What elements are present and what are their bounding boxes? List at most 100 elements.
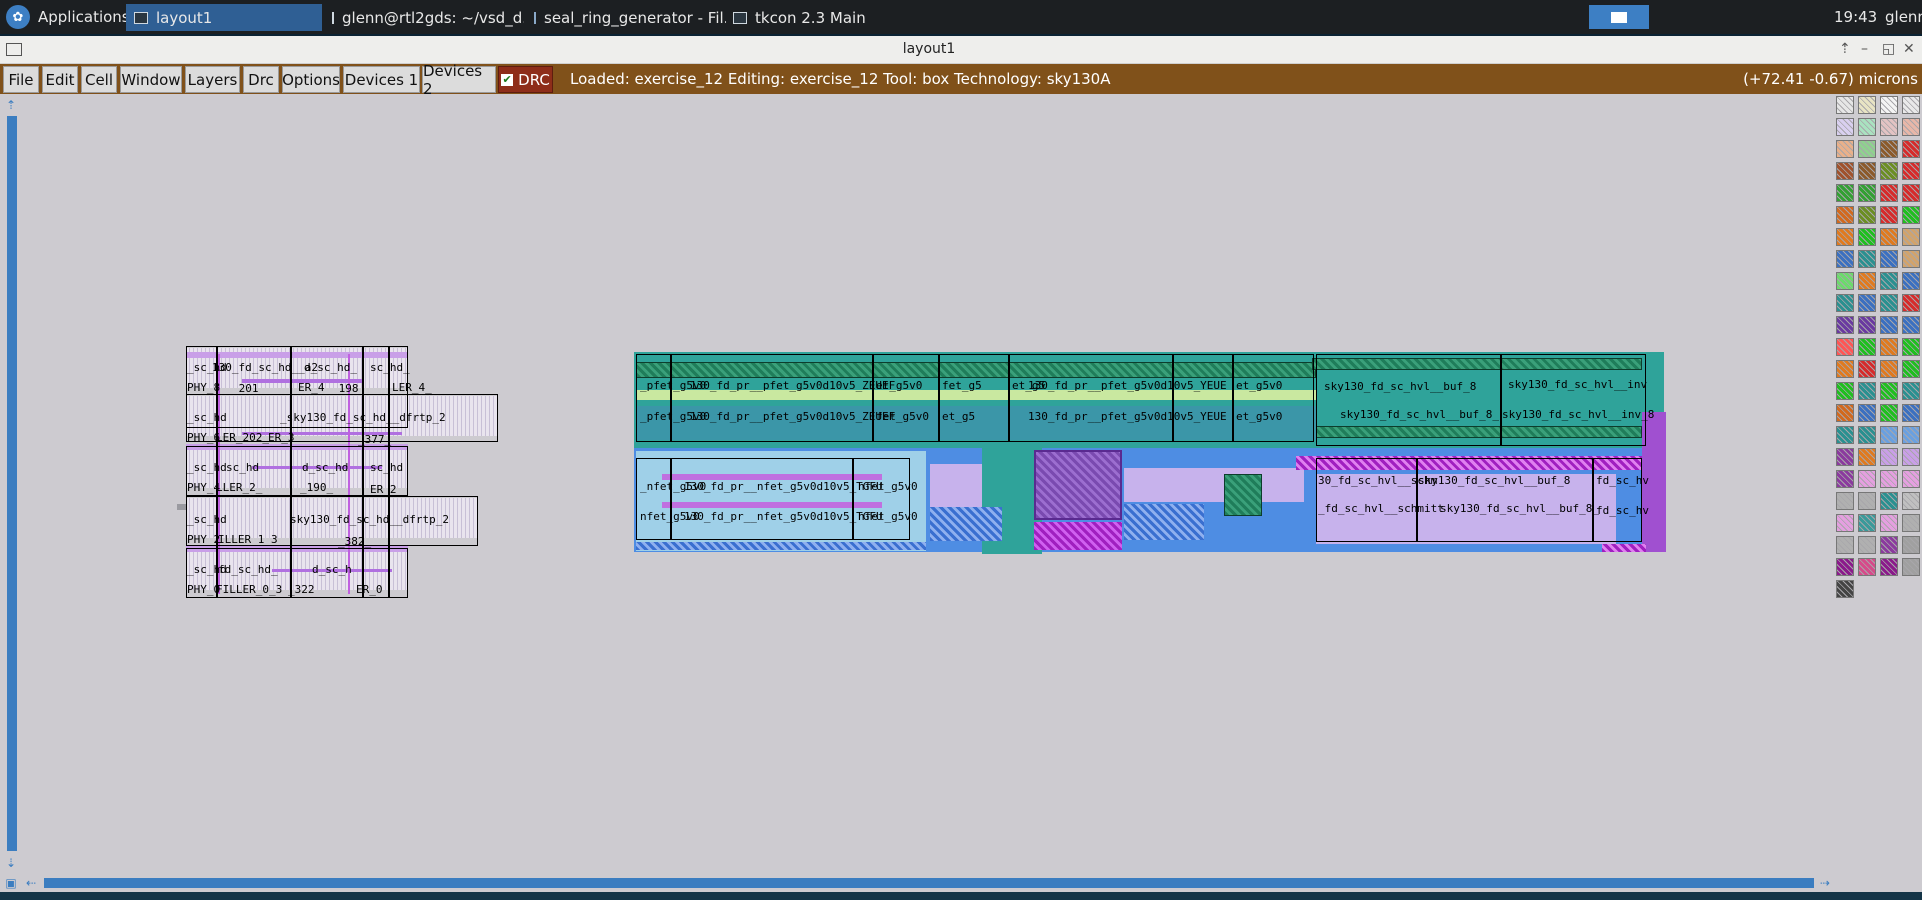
layer-swatch[interactable] xyxy=(1858,206,1876,224)
layer-swatch[interactable] xyxy=(1880,492,1898,510)
layer-swatch[interactable] xyxy=(1836,558,1854,576)
layer-swatch[interactable] xyxy=(1836,470,1854,488)
menu-file[interactable]: File xyxy=(3,66,39,93)
layer-swatch[interactable] xyxy=(1858,514,1876,532)
layer-swatch[interactable] xyxy=(1880,250,1898,268)
layer-swatch[interactable] xyxy=(1836,162,1854,180)
layer-swatch[interactable] xyxy=(1880,338,1898,356)
scroll-up-icon[interactable]: ⇡ xyxy=(4,98,18,112)
layer-swatch[interactable] xyxy=(1836,448,1854,466)
layer-swatch[interactable] xyxy=(1902,360,1920,378)
layer-swatch[interactable] xyxy=(1902,162,1920,180)
layer-swatch[interactable] xyxy=(1858,184,1876,202)
layer-swatch[interactable] xyxy=(1836,580,1854,598)
layer-swatch[interactable] xyxy=(1858,492,1876,510)
workspace-switcher[interactable] xyxy=(1589,5,1649,29)
layer-swatch[interactable] xyxy=(1836,118,1854,136)
user-menu[interactable]: glenn xyxy=(1885,0,1922,34)
layer-swatch[interactable] xyxy=(1902,140,1920,158)
menu-devices-1[interactable]: Devices 1 xyxy=(343,66,420,93)
drc-toggle[interactable]: ✔ DRC xyxy=(498,66,553,93)
zoom-box-icon[interactable]: ▣ xyxy=(4,876,18,890)
layer-swatch[interactable] xyxy=(1858,162,1876,180)
vertical-scroll-thumb[interactable] xyxy=(7,116,17,851)
layout-canvas[interactable]: _sc_hd 130_fd_sc_hd__a2 d_sc_hd_ sc_hd_ … xyxy=(22,94,1832,874)
horizontal-scroll-thumb[interactable] xyxy=(44,878,1814,888)
layer-swatch[interactable] xyxy=(1858,316,1876,334)
layer-swatch[interactable] xyxy=(1902,426,1920,444)
menu-window[interactable]: Window xyxy=(120,66,182,93)
layer-swatch[interactable] xyxy=(1902,514,1920,532)
layer-swatch[interactable] xyxy=(1902,470,1920,488)
layer-swatch[interactable] xyxy=(1836,272,1854,290)
layer-swatch[interactable] xyxy=(1902,184,1920,202)
layer-swatch[interactable] xyxy=(1858,558,1876,576)
layer-swatch[interactable] xyxy=(1836,382,1854,400)
layer-swatch[interactable] xyxy=(1902,492,1920,510)
menu-edit[interactable]: Edit xyxy=(42,66,78,93)
layer-swatch[interactable] xyxy=(1858,272,1876,290)
maximize-icon[interactable]: ◱ xyxy=(1882,41,1895,57)
layer-swatch[interactable] xyxy=(1880,118,1898,136)
layer-swatch[interactable] xyxy=(1836,514,1854,532)
scroll-right-icon[interactable]: ⇢ xyxy=(1818,876,1832,890)
layer-swatch[interactable] xyxy=(1836,294,1854,312)
layer-swatch[interactable] xyxy=(1880,206,1898,224)
layer-swatch[interactable] xyxy=(1858,250,1876,268)
layer-swatch[interactable] xyxy=(1880,228,1898,246)
layer-swatch[interactable] xyxy=(1836,140,1854,158)
taskbar-item-tkcon[interactable]: tkcon 2.3 Main xyxy=(725,4,905,31)
menu-devices-2[interactable]: Devices 2 xyxy=(422,62,496,98)
taskbar-item-file-manager[interactable]: seal_ring_generator - Fil... xyxy=(526,4,726,31)
layer-swatch[interactable] xyxy=(1902,536,1920,554)
layer-swatch[interactable] xyxy=(1836,184,1854,202)
applications-menu[interactable]: ✿ Applications xyxy=(2,2,138,32)
layer-swatch[interactable] xyxy=(1880,184,1898,202)
close-icon[interactable]: ✕ xyxy=(1903,41,1915,57)
layer-swatch[interactable] xyxy=(1858,96,1876,114)
layer-swatch[interactable] xyxy=(1880,140,1898,158)
layer-swatch[interactable] xyxy=(1858,536,1876,554)
layer-swatch[interactable] xyxy=(1836,360,1854,378)
layer-swatch[interactable] xyxy=(1902,294,1920,312)
layer-swatch[interactable] xyxy=(1836,316,1854,334)
taskbar-item-terminal[interactable]: glenn@rtl2gds: ~/vsd_d... xyxy=(324,4,524,31)
clock[interactable]: 19:43 xyxy=(1834,0,1877,34)
layer-swatch[interactable] xyxy=(1858,338,1876,356)
layer-swatch[interactable] xyxy=(1858,140,1876,158)
layer-swatch[interactable] xyxy=(1902,250,1920,268)
menu-layers[interactable]: Layers xyxy=(185,66,240,93)
layer-swatch[interactable] xyxy=(1880,514,1898,532)
scroll-left-icon[interactable]: ⇠ xyxy=(24,876,38,890)
layer-swatch[interactable] xyxy=(1880,426,1898,444)
layer-swatch[interactable] xyxy=(1880,448,1898,466)
layer-swatch[interactable] xyxy=(1902,382,1920,400)
layer-swatch[interactable] xyxy=(1902,96,1920,114)
horizontal-scrollbar[interactable]: ▣ ⇠ ⇢ xyxy=(0,874,1840,892)
layer-swatch[interactable] xyxy=(1836,250,1854,268)
layer-swatch[interactable] xyxy=(1836,404,1854,422)
window-titlebar[interactable]: layout1 ⇡ – ◱ ✕ xyxy=(0,36,1922,64)
layer-swatch[interactable] xyxy=(1902,316,1920,334)
layer-swatch[interactable] xyxy=(1902,228,1920,246)
layer-swatch[interactable] xyxy=(1880,558,1898,576)
layer-swatch[interactable] xyxy=(1836,426,1854,444)
layer-swatch[interactable] xyxy=(1880,96,1898,114)
layer-swatch[interactable] xyxy=(1902,448,1920,466)
layer-swatch[interactable] xyxy=(1858,118,1876,136)
menu-drc[interactable]: Drc xyxy=(243,66,279,93)
cell-box[interactable] xyxy=(1316,354,1646,446)
layer-swatch[interactable] xyxy=(1858,294,1876,312)
layer-swatch[interactable] xyxy=(1858,404,1876,422)
layer-swatch[interactable] xyxy=(1836,206,1854,224)
menu-cell[interactable]: Cell xyxy=(81,66,117,93)
layer-swatch[interactable] xyxy=(1880,294,1898,312)
layer-swatch[interactable] xyxy=(1858,228,1876,246)
layer-swatch[interactable] xyxy=(1858,360,1876,378)
layer-swatch[interactable] xyxy=(1858,382,1876,400)
layer-swatch[interactable] xyxy=(1880,316,1898,334)
layer-swatch[interactable] xyxy=(1880,382,1898,400)
layer-swatch[interactable] xyxy=(1902,404,1920,422)
layer-swatch[interactable] xyxy=(1858,448,1876,466)
cell-box[interactable] xyxy=(636,354,1314,442)
